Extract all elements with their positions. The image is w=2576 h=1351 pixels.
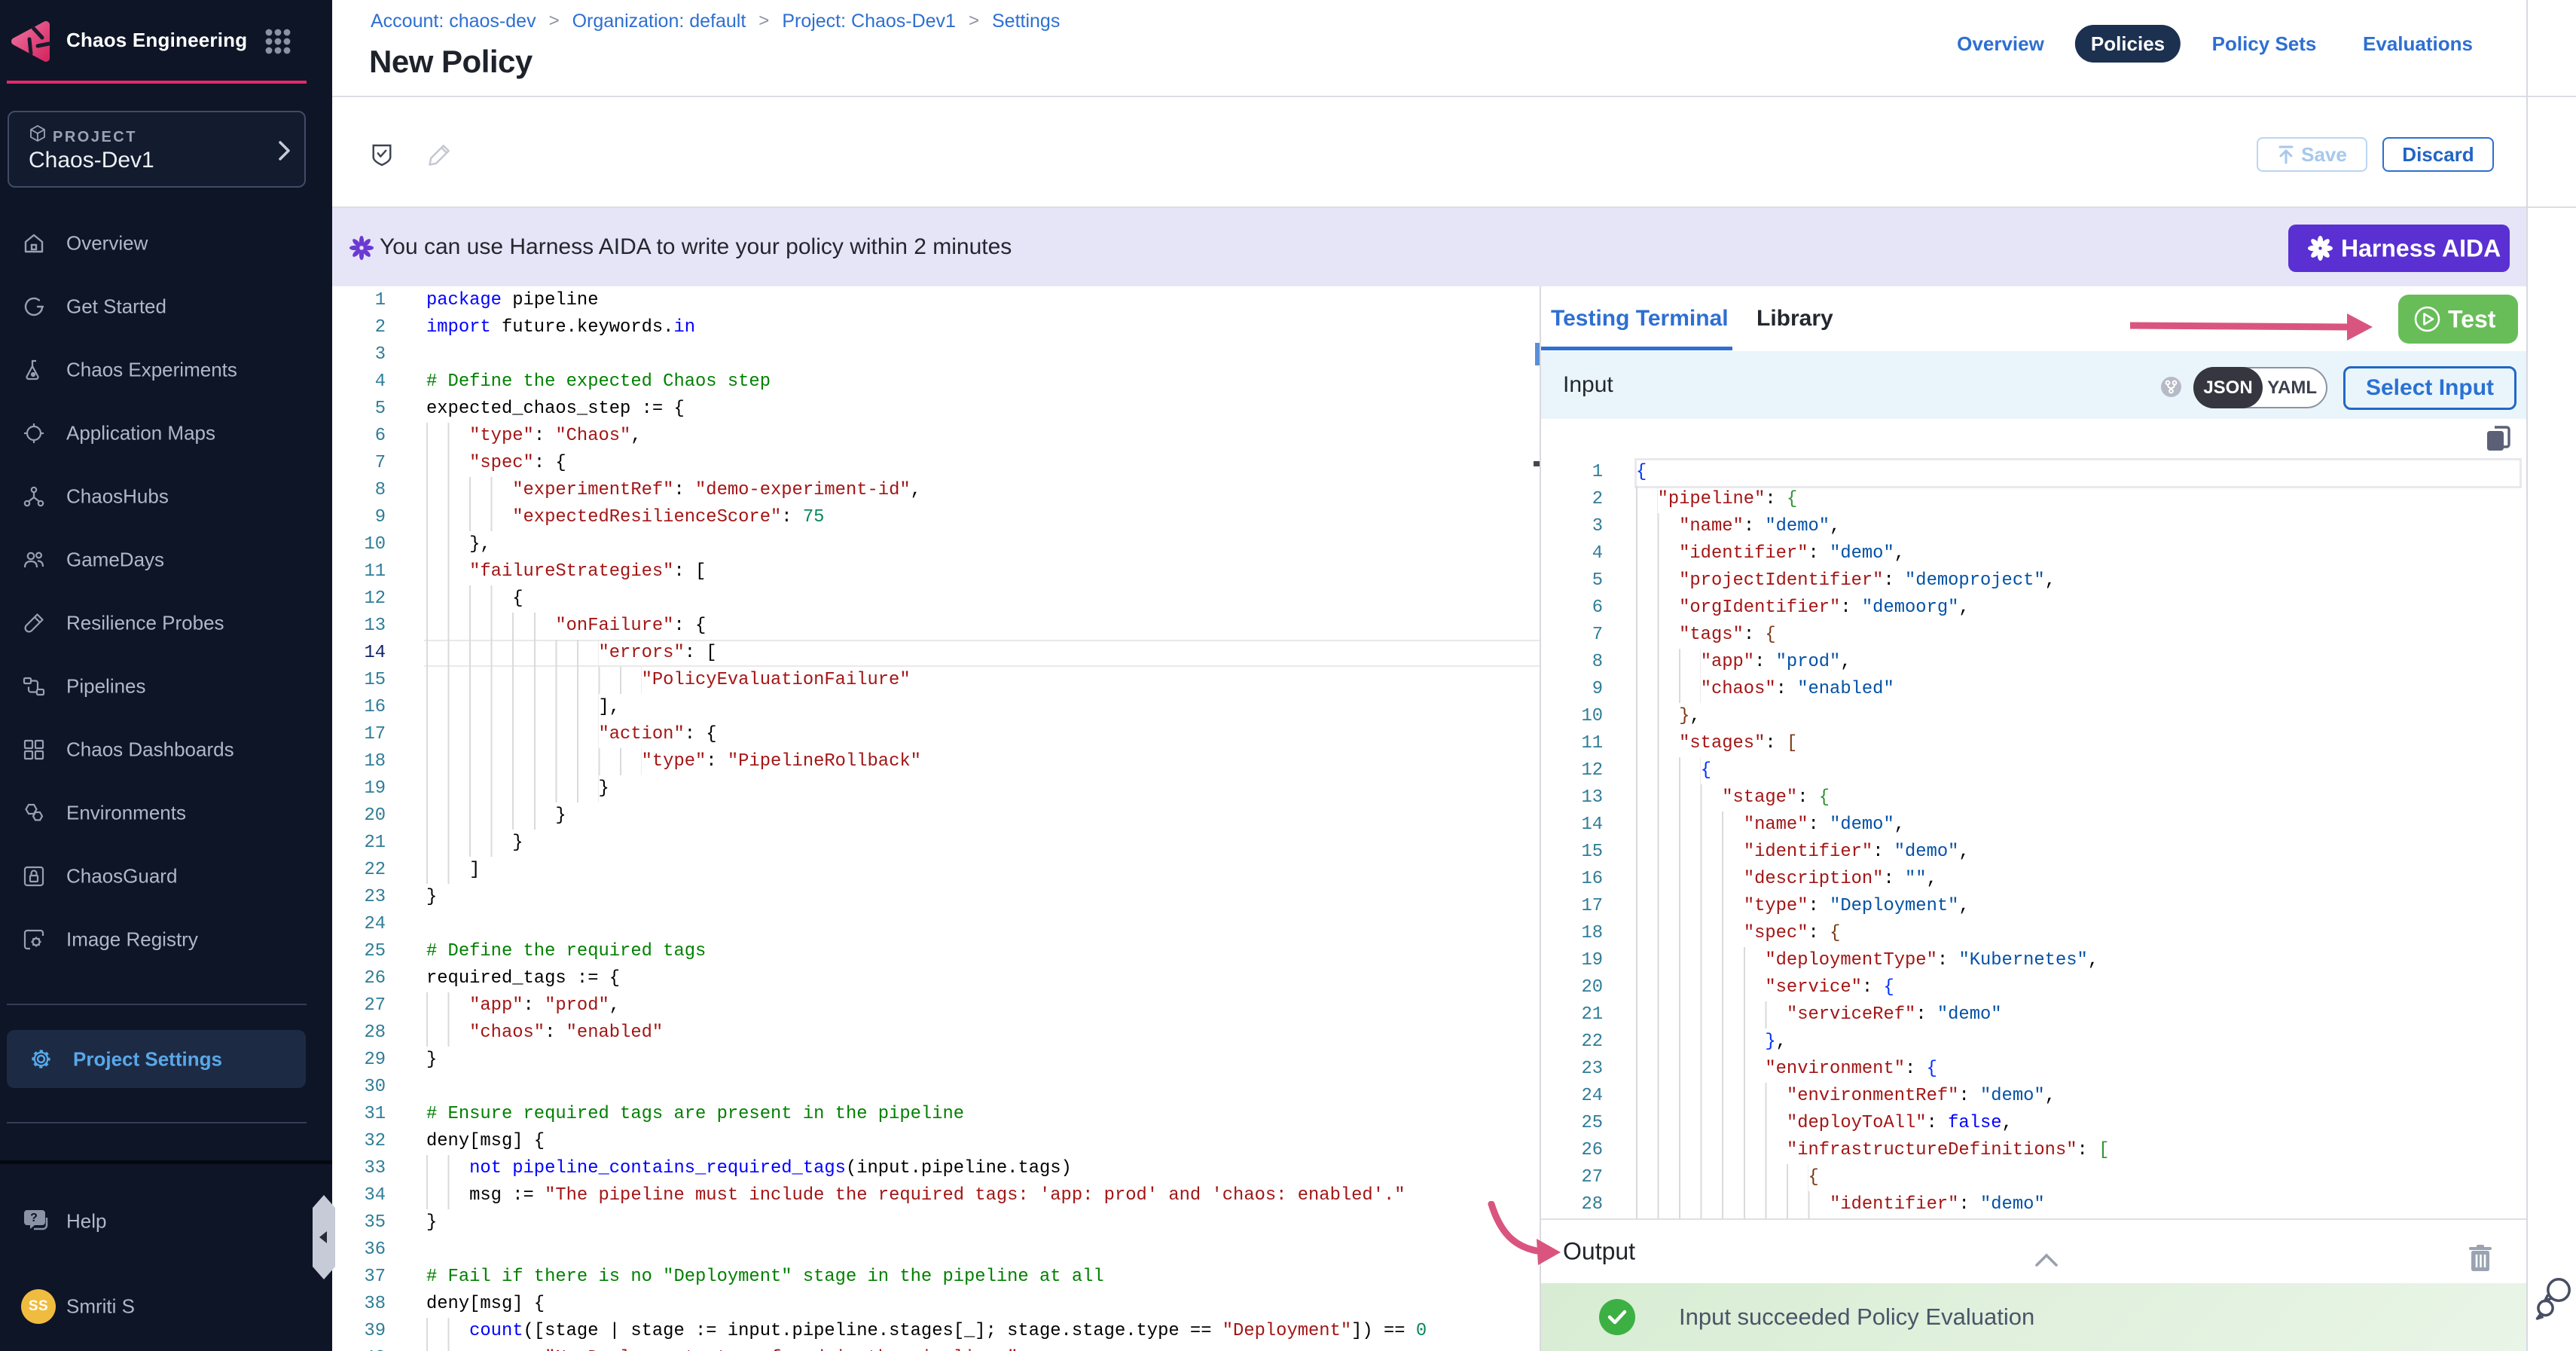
svg-text:?: ? bbox=[30, 1212, 38, 1224]
